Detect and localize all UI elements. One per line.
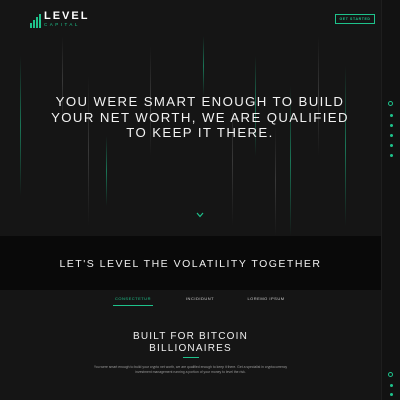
band-title: LET'S LEVEL THE VOLATILITY TOGETHER bbox=[59, 258, 322, 270]
page-dot-icon[interactable] bbox=[390, 144, 393, 147]
page-dot-icon[interactable] bbox=[390, 154, 393, 157]
tab-loremo-ipsum[interactable]: LOREMO IPSUM bbox=[243, 296, 289, 306]
logo-word: LEVEL bbox=[44, 10, 90, 22]
section-title: BUILT FOR BITCOIN BILLIONAIRES bbox=[0, 331, 381, 355]
logo[interactable]: LEVEL CAPITAL bbox=[30, 11, 89, 28]
page-dot-icon[interactable] bbox=[390, 134, 393, 137]
logo-tagline: CAPITAL bbox=[44, 22, 80, 27]
title-divider bbox=[183, 357, 199, 358]
page-dot-icon[interactable] bbox=[390, 384, 393, 387]
decor-line bbox=[345, 66, 346, 226]
section-title-line2: BILLIONAIRES bbox=[149, 343, 232, 354]
decor-line bbox=[106, 136, 107, 206]
page-dot-icon[interactable] bbox=[390, 393, 393, 396]
get-started-button[interactable]: GET STARTED bbox=[335, 14, 375, 24]
chevron-down-icon[interactable] bbox=[196, 212, 204, 218]
section-nav-rail bbox=[381, 0, 400, 400]
decor-line bbox=[203, 36, 204, 96]
hero-section: YOU WERE SMART ENOUGH TO BUILD YOUR NET … bbox=[0, 36, 381, 236]
tab-incididunt[interactable]: INCIDIDUNT bbox=[180, 296, 220, 306]
page-dot-icon[interactable] bbox=[388, 101, 393, 106]
hero-title: YOU WERE SMART ENOUGH TO BUILD YOUR NET … bbox=[51, 94, 349, 140]
page-dot-icon[interactable] bbox=[388, 372, 393, 377]
section-title-line1: BUILT FOR BITCOIN bbox=[132, 331, 249, 342]
tab-consectetur[interactable]: CONSECTETUR bbox=[113, 296, 153, 306]
logo-bars-icon bbox=[30, 13, 41, 28]
page-dot-icon[interactable] bbox=[390, 124, 393, 127]
page-dot-icon[interactable] bbox=[390, 114, 393, 117]
decor-line bbox=[275, 126, 276, 236]
site-header: LEVEL CAPITAL GET STARTED bbox=[0, 0, 381, 36]
page: LEVEL CAPITAL GET STARTED YOU WERE SMART… bbox=[0, 0, 381, 400]
tab-bar: CONSECTETUR INCIDIDUNT LOREMO IPSUM bbox=[0, 290, 381, 310]
volatility-band: LET'S LEVEL THE VOLATILITY TOGETHER bbox=[0, 236, 381, 290]
decor-line bbox=[20, 56, 21, 196]
section-body: You were smart enough to build your cryp… bbox=[93, 365, 288, 375]
